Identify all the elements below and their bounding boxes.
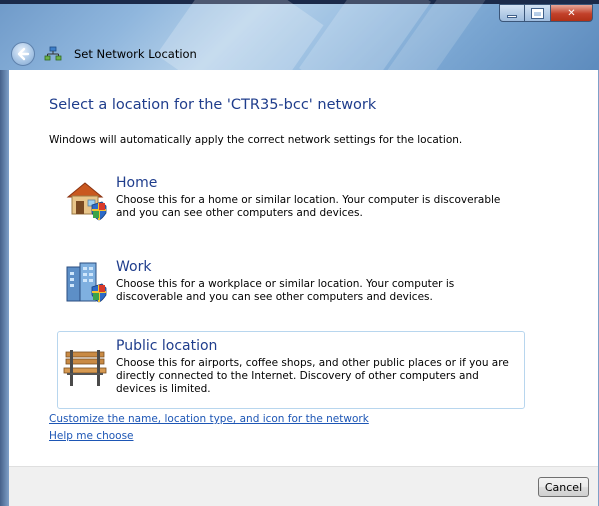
work-icon: [66, 262, 107, 303]
maximize-icon: [531, 7, 544, 19]
back-button[interactable]: [11, 42, 35, 66]
dialog-footer: Cancel: [9, 466, 598, 506]
network-icon: [44, 46, 62, 61]
help-me-choose-link[interactable]: Help me choose: [49, 430, 134, 442]
set-network-location-window: ✕ Set Network Location Select a location…: [0, 0, 599, 506]
window-controls: ✕: [499, 4, 593, 22]
content-area: Select a location for the 'CTR35-bcc' ne…: [9, 70, 598, 466]
home-icon: [66, 182, 107, 221]
cancel-button[interactable]: Cancel: [538, 477, 589, 497]
option-public-title: Public location: [116, 338, 218, 354]
option-public-location[interactable]: Public location Choose this for airports…: [57, 331, 525, 409]
maximize-button[interactable]: [525, 4, 551, 22]
back-arrow-icon: [17, 47, 30, 61]
option-home-title: Home: [116, 175, 158, 191]
option-work[interactable]: Work Choose this for a workplace or simi…: [57, 252, 525, 322]
option-public-description: Choose this for airports, coffee shops, …: [116, 357, 509, 395]
bench-icon: [63, 350, 107, 386]
minimize-icon: [507, 14, 517, 18]
option-home-description: Choose this for a home or similar locati…: [116, 194, 501, 219]
option-work-description: Choose this for a workplace or similar l…: [116, 278, 455, 303]
frame-left-edge: [0, 70, 9, 506]
option-home[interactable]: Home Choose this for a home or similar l…: [57, 168, 525, 238]
title-bar: ✕ Set Network Location: [0, 0, 599, 70]
minimize-button[interactable]: [499, 4, 525, 22]
page-instructions: Windows will automatically apply the cor…: [49, 134, 463, 146]
close-button[interactable]: ✕: [551, 4, 593, 22]
page-heading: Select a location for the 'CTR35-bcc' ne…: [49, 97, 377, 113]
window-title: Set Network Location: [74, 47, 197, 61]
option-work-title: Work: [116, 259, 152, 275]
close-icon: ✕: [567, 7, 576, 19]
customize-network-link[interactable]: Customize the name, location type, and i…: [49, 413, 369, 425]
